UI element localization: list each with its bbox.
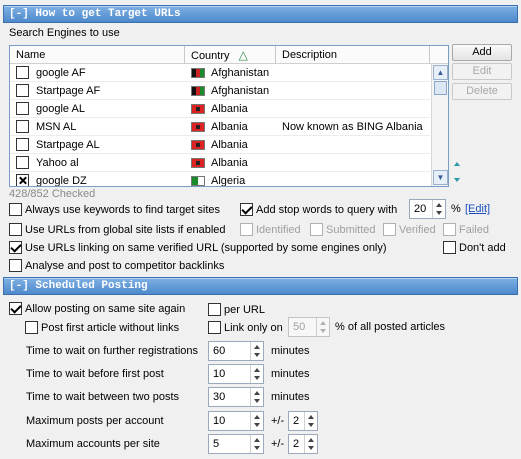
global-verified-checkbox[interactable]: Verified (383, 222, 436, 237)
analyse-competitor-backlinks-checkbox[interactable]: Analyse and post to competitor backlinks (9, 258, 224, 273)
row-name: MSN AL (36, 121, 77, 133)
field-label: Maximum posts per account (26, 415, 164, 427)
sort-ascending-icon: △ (238, 48, 248, 62)
use-global-site-lists-checkbox[interactable]: Use URLs from global site lists if enabl… (9, 222, 226, 237)
search-engines-grid[interactable]: Name Country △ Description google AF Afgh… (9, 45, 449, 187)
row-name: Yahoo al (36, 157, 79, 169)
link-only-on-spinner[interactable]: 50 (288, 317, 330, 337)
field-unit: minutes (271, 345, 310, 357)
field-unit: minutes (271, 368, 310, 380)
field-label: Time to wait on further registrations (26, 345, 198, 357)
row-country: Albania (211, 121, 248, 133)
column-header-description[interactable]: Description (276, 46, 430, 64)
column-header-country[interactable]: Country △ (185, 46, 276, 64)
field-spinner[interactable]: 10 (208, 364, 264, 384)
row-country: Afghanistan (211, 85, 270, 97)
flag-icon (191, 104, 205, 114)
row-name: google DZ (36, 175, 87, 187)
grid-vertical-scrollbar[interactable]: ▲ ▼ (431, 64, 448, 186)
field-unit: minutes (271, 391, 310, 403)
field-unit: +/- (271, 438, 285, 450)
row-description (282, 100, 428, 118)
add-button[interactable]: Add (452, 44, 512, 61)
field-unit: +/- (271, 415, 285, 427)
field-spinner[interactable]: 10 (208, 411, 264, 431)
per-url-checkbox[interactable]: per URL (208, 302, 265, 317)
post-first-article-checkbox[interactable]: Post first article without links (25, 320, 179, 335)
row-name: google AF (36, 67, 86, 79)
grid-row[interactable]: MSN AL Albania Now known as BING Albania (10, 118, 430, 136)
flag-icon (191, 140, 205, 150)
grid-row[interactable]: Startpage AF Afghanistan (10, 82, 430, 100)
row-description (282, 82, 428, 100)
row-name: google AL (36, 103, 85, 115)
section-header-scheduled-posting[interactable]: [-] Scheduled Posting (3, 277, 518, 295)
row-name: Startpage AF (36, 85, 101, 97)
scroll-thumb[interactable] (434, 81, 447, 95)
row-description: Now known as BING Albania (282, 121, 423, 133)
flag-icon (191, 176, 205, 186)
field-spinner[interactable]: 5 (208, 434, 264, 454)
edit-button[interactable]: Edit (452, 63, 512, 80)
allow-posting-same-site-checkbox[interactable]: Allow posting on same site again (9, 301, 185, 316)
row-checkbox[interactable] (16, 120, 29, 133)
plusminus-spinner[interactable]: 2 (288, 434, 318, 454)
grid-header: Name Country △ Description (10, 46, 448, 64)
of-all-posted-label: % of all posted articles (335, 321, 446, 333)
global-submitted-checkbox[interactable]: Submitted (310, 222, 376, 237)
row-description (282, 136, 428, 154)
row-checkbox[interactable] (16, 156, 29, 169)
global-failed-checkbox[interactable]: Failed (443, 222, 489, 237)
row-description (282, 154, 428, 172)
row-description (282, 64, 428, 82)
scroll-down-icon[interactable]: ▼ (433, 170, 448, 185)
dont-add-checkbox[interactable]: Don't add (443, 240, 506, 255)
flag-icon (191, 158, 205, 168)
row-country: Albania (211, 157, 248, 169)
row-checkbox[interactable] (16, 66, 29, 79)
use-urls-linking-checkbox[interactable]: Use URLs linking on same verified URL (s… (9, 240, 387, 255)
row-country: Afghanistan (211, 67, 270, 79)
field-label: Time to wait between two posts (26, 391, 180, 403)
field-label: Maximum accounts per site (26, 438, 160, 450)
grid-row[interactable]: Startpage AL Albania (10, 136, 430, 154)
plusminus-spinner[interactable]: 2 (288, 411, 318, 431)
row-checkbox[interactable] (16, 174, 29, 186)
row-description (282, 172, 428, 186)
global-identified-checkbox[interactable]: Identified (240, 222, 301, 237)
row-country: Albania (211, 139, 248, 151)
move-up-icon[interactable] (454, 162, 460, 166)
flag-icon (191, 122, 205, 132)
row-country: Algeria (211, 175, 246, 187)
flag-icon (191, 86, 205, 96)
scroll-up-icon[interactable]: ▲ (433, 65, 448, 80)
flag-icon (191, 68, 205, 78)
checked-count: 428/852 Checked (9, 188, 96, 200)
row-country: Albania (211, 103, 248, 115)
percent-label: % (451, 203, 461, 215)
row-checkbox[interactable] (16, 84, 29, 97)
add-stop-words-checkbox[interactable]: Add stop words to query with (240, 202, 397, 217)
grid-row[interactable]: Yahoo al Albania (10, 154, 430, 172)
grid-row[interactable]: google DZ Algeria (10, 172, 430, 187)
move-down-icon[interactable] (454, 178, 460, 182)
row-name: Startpage AL (36, 139, 100, 151)
delete-button[interactable]: Delete (452, 83, 512, 100)
always-use-keywords-checkbox[interactable]: Always use keywords to find target sites (9, 202, 220, 217)
field-spinner[interactable]: 60 (208, 341, 264, 361)
link-only-on-checkbox[interactable]: Link only on (208, 320, 283, 335)
row-checkbox[interactable] (16, 138, 29, 151)
stop-words-spinner[interactable]: 20 (409, 199, 446, 219)
field-spinner[interactable]: 30 (208, 387, 264, 407)
field-label: Time to wait before first post (26, 368, 164, 380)
grid-row[interactable]: google AL Albania (10, 100, 430, 118)
section-header-target-urls[interactable]: [-] How to get Target URLs (3, 5, 518, 23)
column-header-name[interactable]: Name (10, 46, 185, 64)
search-engines-label: Search Engines to use (9, 27, 120, 39)
edit-stop-words-link[interactable]: [Edit] (465, 203, 490, 215)
row-checkbox[interactable] (16, 102, 29, 115)
grid-row[interactable]: google AF Afghanistan (10, 64, 430, 82)
